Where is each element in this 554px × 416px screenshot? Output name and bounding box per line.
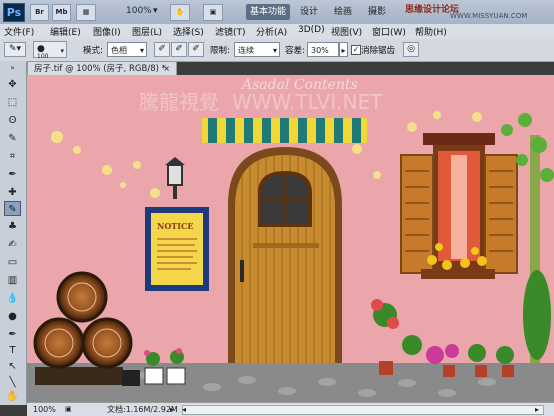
status-bar: 100% ▣ 文档:1.16M/2.92M ▸ ◂ ▸ bbox=[27, 402, 554, 416]
path-select-tool-icon[interactable]: ↖ bbox=[4, 359, 21, 374]
quick-select-tool-icon[interactable]: ✎ bbox=[4, 131, 21, 146]
crop-tool-icon[interactable]: ⌗ bbox=[4, 149, 21, 164]
menu-help[interactable]: 帮助(H) bbox=[415, 25, 447, 38]
tolerance-label: 容差: bbox=[285, 46, 305, 56]
tolerance-value: 30% bbox=[311, 46, 329, 55]
menu-view[interactable]: 视图(V) bbox=[331, 25, 362, 38]
hand-tool-button[interactable]: ✋ bbox=[170, 4, 190, 21]
eyedropper-tool-icon[interactable]: ✒ bbox=[4, 167, 21, 182]
zoom-dropdown-icon[interactable]: ▾ bbox=[153, 6, 158, 16]
menu-filter[interactable]: 滤镜(T) bbox=[215, 25, 246, 38]
horizontal-scrollbar[interactable] bbox=[182, 405, 544, 415]
mini-bridge-button[interactable]: Mb bbox=[52, 4, 71, 21]
document-size: 文档:1.16M/2.92M bbox=[107, 405, 178, 414]
menu-select[interactable]: 选择(S) bbox=[173, 25, 204, 38]
sampling-background-button[interactable]: ✐ bbox=[188, 42, 204, 57]
bridge-button[interactable]: Br bbox=[30, 4, 49, 21]
menu-edit[interactable]: 编辑(E) bbox=[50, 25, 81, 38]
photoshop-logo: Ps bbox=[3, 3, 25, 22]
tool-preset-picker[interactable]: ✎▾ bbox=[4, 42, 26, 57]
striped-awning bbox=[202, 118, 367, 143]
lasso-tool-icon[interactable]: ʘ bbox=[4, 113, 21, 128]
brush-preset-picker[interactable]: ● 100 ▾ bbox=[33, 41, 67, 60]
sampling-continuous-button[interactable]: ✐ bbox=[154, 42, 170, 57]
view-extras-button[interactable]: ▦ bbox=[76, 4, 96, 21]
door-handle bbox=[240, 260, 244, 282]
mode-value: 色相 bbox=[111, 46, 127, 55]
history-brush-tool-icon[interactable]: ✍ bbox=[4, 237, 21, 252]
shuttered-window bbox=[400, 133, 518, 279]
move-tool-icon[interactable]: ✥ bbox=[4, 77, 21, 92]
tolerance-input[interactable]: 30% bbox=[307, 42, 339, 57]
site-watermark: WWW.MISSYUAN.COM bbox=[450, 12, 528, 20]
document-tab[interactable]: 房子.tif @ 100% (房子, RGB/8) * × bbox=[27, 61, 177, 75]
panel-collapse-icon[interactable]: » bbox=[4, 64, 21, 72]
close-icon[interactable]: × bbox=[163, 62, 170, 76]
title-bar: Ps Br Mb ▦ 100% ▾ ✋ ▣ 基本功能 设计 绘画 摄影 思缘设计… bbox=[0, 0, 554, 24]
type-tool-icon[interactable]: T bbox=[4, 343, 21, 358]
antialias-label: 消除锯齿 bbox=[361, 46, 396, 56]
gradient-tool-icon[interactable]: ▥ bbox=[4, 273, 21, 288]
limit-select[interactable]: 连续 ▾ bbox=[234, 42, 280, 57]
status-info-icon[interactable]: ▣ bbox=[65, 403, 72, 416]
eraser-tool-icon[interactable]: ▭ bbox=[4, 255, 21, 270]
document-canvas[interactable]: Asadal Contents 騰龍視覺 WWW.TLVI.NET NOTICE bbox=[27, 75, 554, 402]
menu-3d[interactable]: 3D(D) bbox=[298, 25, 325, 35]
limit-label: 限制: bbox=[210, 46, 230, 56]
mode-select[interactable]: 色相 ▾ bbox=[107, 42, 147, 57]
chevron-down-icon: ▾ bbox=[60, 47, 64, 55]
canvas-watermark-url: WWW.TLVI.NET bbox=[232, 90, 383, 114]
status-zoom[interactable]: 100% bbox=[33, 403, 56, 416]
canvas-watermark-cn: 騰龍視覺 bbox=[139, 90, 219, 114]
workspace-photography[interactable]: 摄影 bbox=[364, 4, 390, 20]
chevron-down-icon: ▾ bbox=[139, 46, 144, 55]
menu-file[interactable]: 文件(F) bbox=[4, 25, 34, 38]
sampling-once-button[interactable]: ✐ bbox=[171, 42, 187, 57]
marquee-tool-icon[interactable]: ⬚ bbox=[4, 95, 21, 110]
shape-tool-icon[interactable]: ╲ bbox=[4, 375, 21, 390]
status-menu-arrow[interactable]: ▸ bbox=[170, 403, 174, 416]
pen-tool-icon[interactable]: ✒ bbox=[4, 327, 21, 342]
chevron-down-icon: ▾ bbox=[272, 46, 277, 55]
mini-bridge-label: Mb bbox=[55, 8, 68, 16]
notice-title: NOTICE bbox=[157, 221, 193, 231]
healing-brush-tool-icon[interactable]: ✚ bbox=[4, 185, 21, 200]
arrange-documents-button[interactable]: ▣ bbox=[203, 4, 223, 21]
options-bar: ✎▾ ● 100 ▾ 模式: 色相 ▾ ✐ ✐ ✐ 限制: 连续 ▾ 容差: 30%… bbox=[0, 39, 554, 62]
pressure-size-button[interactable]: ◎ bbox=[403, 42, 419, 57]
bridge-label: Br bbox=[35, 8, 44, 16]
dodge-tool-icon[interactable]: ● bbox=[4, 309, 21, 324]
notice-board: NOTICE bbox=[145, 207, 209, 291]
scroll-left-icon[interactable]: ◂ bbox=[182, 403, 186, 416]
blur-tool-icon[interactable]: 💧 bbox=[4, 291, 21, 306]
hand-tool-icon[interactable]: ✋ bbox=[4, 389, 21, 404]
house-scene: Asadal Contents 騰龍視覺 WWW.TLVI.NET NOTICE bbox=[27, 75, 554, 402]
workspace-design[interactable]: 设计 bbox=[296, 4, 322, 20]
menu-image[interactable]: 图像(I) bbox=[93, 25, 121, 38]
menu-analysis[interactable]: 分析(A) bbox=[256, 25, 287, 38]
menu-bar: 文件(F) 编辑(E) 图像(I) 图层(L) 选择(S) 滤镜(T) 分析(A… bbox=[0, 24, 554, 40]
menu-layer[interactable]: 图层(L) bbox=[132, 25, 162, 38]
limit-value: 连续 bbox=[238, 46, 254, 55]
workspace-essentials[interactable]: 基本功能 bbox=[246, 4, 291, 20]
tools-panel: » ✥ ⬚ ʘ ✎ ⌗ ✒ ✚ ✎ ♣ ✍ ▭ ▥ 💧 ● ✒ T ↖ ╲ ✋ bbox=[0, 61, 27, 405]
antialias-checkbox[interactable]: ✓ bbox=[351, 45, 361, 55]
clone-stamp-tool-icon[interactable]: ♣ bbox=[4, 219, 21, 234]
document-title: 房子.tif @ 100% (房子, RGB/8) * bbox=[34, 64, 166, 74]
workspace-painting[interactable]: 绘画 bbox=[330, 4, 356, 20]
color-replacement-tool-icon[interactable]: ✎ bbox=[4, 201, 21, 216]
scroll-right-icon[interactable]: ▸ bbox=[535, 403, 539, 416]
mode-label: 模式: bbox=[83, 46, 103, 56]
zoom-level[interactable]: 100% bbox=[126, 6, 152, 16]
menu-window[interactable]: 窗口(W) bbox=[372, 25, 406, 38]
tolerance-dropdown[interactable]: ▸ bbox=[339, 42, 348, 57]
